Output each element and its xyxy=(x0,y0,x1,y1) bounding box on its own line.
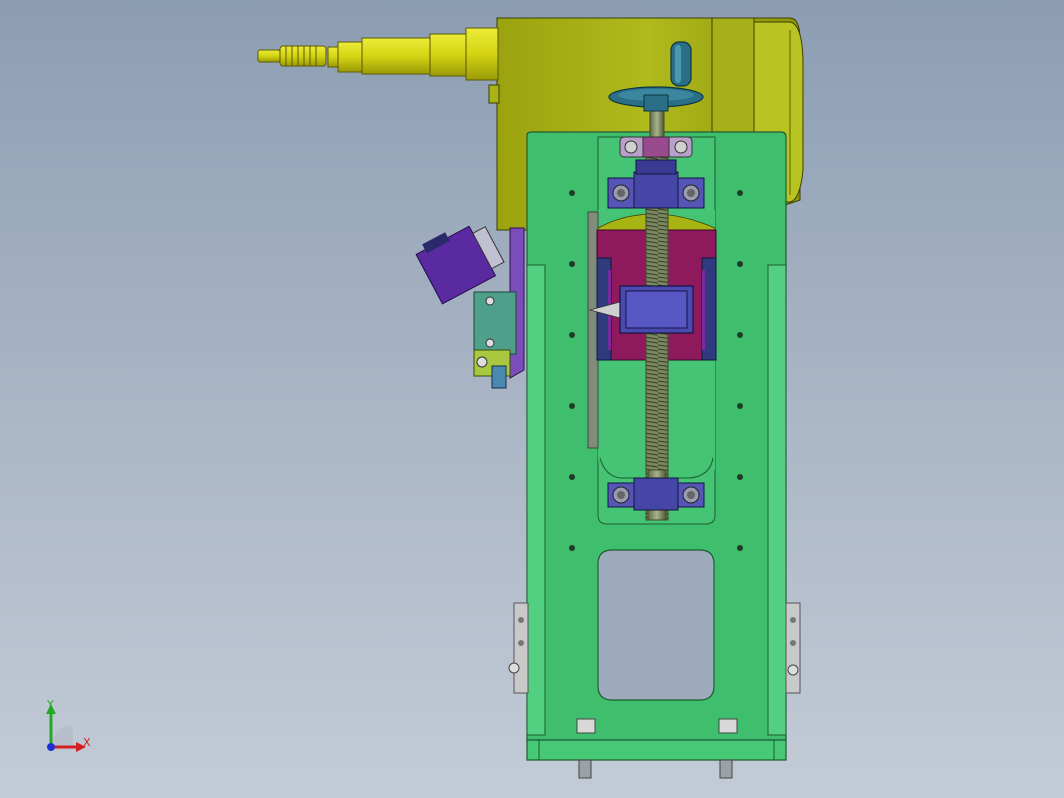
valve-assembly xyxy=(415,225,525,389)
triad-x-label: X xyxy=(83,736,91,749)
screw-nut-block xyxy=(619,285,694,334)
coordinate-triad[interactable]: Y X xyxy=(46,698,91,752)
z-axis-arrow xyxy=(47,743,55,751)
hose-fitting xyxy=(257,27,499,81)
lower-bearing-block xyxy=(607,477,705,511)
cad-graphics-viewport[interactable]: Y X xyxy=(0,0,1064,798)
triad-y-label: Y xyxy=(46,698,54,711)
side-bracket-left xyxy=(508,602,529,694)
top-clamp-collar xyxy=(619,136,693,158)
side-bracket-right xyxy=(785,602,801,694)
